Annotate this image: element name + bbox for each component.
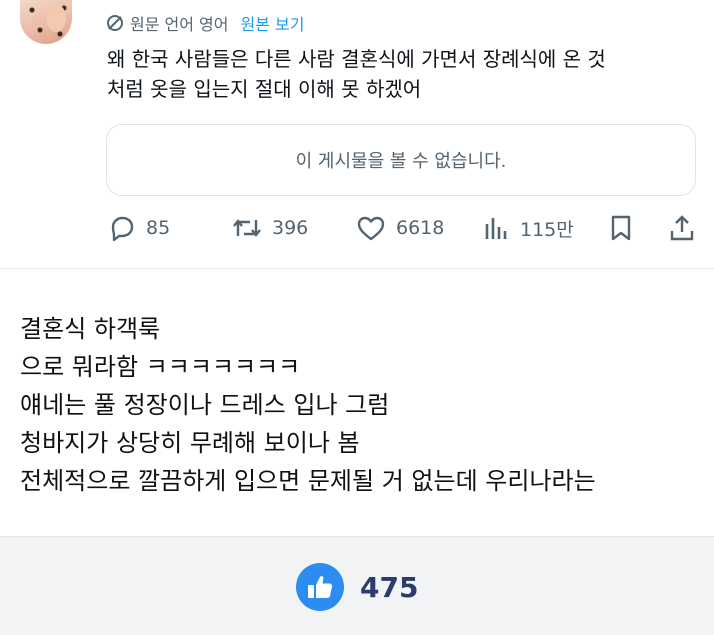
section-divider xyxy=(0,268,714,269)
thumbs-up-badge xyxy=(296,563,344,611)
reaction-footer: 475 xyxy=(0,536,714,635)
bookmark-button[interactable] xyxy=(608,208,644,248)
comment-line: 으로 뭐라함 ㅋㅋㅋㅋㅋㅋㅋ xyxy=(20,353,301,381)
comment-line: 결혼식 하객룩 xyxy=(20,315,161,343)
thumbs-up-icon xyxy=(308,576,333,598)
bookmark-icon xyxy=(611,215,631,241)
reply-count: 85 xyxy=(146,217,171,239)
views-button[interactable]: 115만 xyxy=(484,208,574,248)
unavailable-text: 이 게시물을 볼 수 없습니다. xyxy=(295,151,507,172)
comment-line: 청바지가 상당히 무례해 보이나 봄 xyxy=(20,429,360,457)
comment-body: 결혼식 하객룩 으로 뭐라함 ㅋㅋㅋㅋㅋㅋㅋ 얘네는 풀 정장이나 드레스 입나… xyxy=(20,310,596,500)
show-original-link[interactable]: 원본 보기 xyxy=(241,11,305,35)
like-count-tweet: 6618 xyxy=(396,217,445,239)
share-button[interactable] xyxy=(668,208,706,248)
like-button[interactable]: 6618 xyxy=(356,208,444,248)
tweet-text-line: 처럼 옷을 입는지 절대 이해 못 하겠어 xyxy=(107,77,422,101)
translation-bar: 원문 언어 영어 원본 보기 xyxy=(106,10,304,36)
retweet-button[interactable]: 396 xyxy=(232,208,308,248)
share-icon xyxy=(670,215,694,241)
tweet-text-line: 왜 한국 사람들은 다른 사람 결혼식에 가면서 장례식에 온 것 xyxy=(107,47,606,71)
reply-button[interactable]: 85 xyxy=(108,208,170,248)
thumbs-up-button[interactable]: 475 xyxy=(296,563,418,611)
retweet-icon xyxy=(233,219,261,237)
avatar-face xyxy=(46,4,66,32)
comment-line: 전체적으로 깔끔하게 입으면 문제될 거 없는데 우리나라는 xyxy=(20,467,596,495)
reply-icon xyxy=(111,216,134,242)
tweet-text: 왜 한국 사람들은 다른 사람 결혼식에 가면서 장례식에 온 것 처럼 옷을 … xyxy=(107,44,697,104)
translate-icon xyxy=(107,15,123,31)
thumbs-up-count: 475 xyxy=(360,570,419,604)
avatar[interactable] xyxy=(20,0,72,44)
heart-icon xyxy=(357,216,385,241)
views-count: 115만 xyxy=(520,218,574,241)
comment-line: 얘네는 풀 정장이나 드레스 입나 그럼 xyxy=(20,391,390,419)
unavailable-post-card: 이 게시물을 볼 수 없습니다. xyxy=(106,124,696,196)
retweet-count: 396 xyxy=(272,217,309,239)
translation-label: 원문 언어 영어 xyxy=(130,15,229,34)
bar-chart-icon xyxy=(485,218,507,239)
tweet-actions: 85 396 6618 115만 xyxy=(0,208,714,248)
